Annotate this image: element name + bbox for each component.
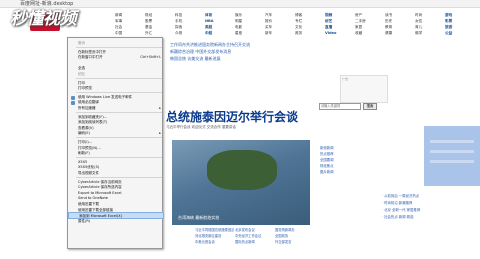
nav-link[interactable]: 外汇 — [145, 30, 163, 36]
news-link[interactable]: 外交部发言 — [275, 240, 314, 246]
right-news-item[interactable]: · 从前到后 一周经济热点 — [382, 193, 477, 200]
news-link[interactable]: 国务院新闻办 — [275, 228, 314, 234]
menu-separator — [76, 46, 162, 48]
nav-column: 体育 NBA 英超 中超 — [205, 12, 223, 36]
watermark: 秒懂视频 — [10, 9, 77, 29]
right-news-list: · 从前到后 一周经济热点 · 时尚前沿 新潮推荐 · 北京 全新一代 家居推荐 · … — [382, 193, 477, 221]
news-link[interactable]: 习近平同德国总统施泰因迈尔会谈 — [195, 228, 234, 234]
menu-separator — [76, 91, 162, 93]
blue-promo-panel[interactable] — [424, 126, 480, 186]
main-headline[interactable]: 总统施泰因迈尔举行会谈 — [166, 108, 298, 125]
nav-column: 房产 二手房 家居 收藏 — [355, 12, 373, 36]
top-headline-link[interactable]: 工作同舟共济推进国务院新闻办主持召开交流 — [170, 41, 470, 48]
nav-column: 科技 手机 探索 众测 — [175, 12, 193, 36]
bottom-news-links: 习近平同德国总统施泰因迈尔会谈北京发布会议国务院新闻办河北雄安新区建设中央经济工… — [195, 228, 315, 258]
menu-separator — [76, 137, 162, 138]
news-link[interactable]: 河北雄安新区建设 — [195, 234, 234, 240]
nav-column: 视频 综艺 直播 Video — [325, 12, 343, 36]
right-news-item[interactable]: · 时尚前沿 新潮推荐 — [382, 200, 477, 207]
nav-column: 博客 专栏 文化 政务 — [295, 12, 313, 36]
nav-column: 财经 股票 基金 外汇 — [145, 12, 163, 36]
search-button[interactable]: 搜索 — [363, 103, 377, 110]
menu-item[interactable]: 属性(R) — [68, 218, 164, 225]
nav-link[interactable]: Video — [325, 30, 343, 36]
news-link[interactable]: 国际热点新闻 — [235, 240, 274, 246]
promo-line — [430, 150, 474, 153]
menu-separator — [76, 111, 162, 113]
top-headline-link[interactable]: 新疆综合治理 中国外交部发布消息 — [170, 48, 470, 55]
photo-island — [207, 150, 277, 190]
nav-link[interactable]: 星座 — [235, 30, 253, 36]
nav-column: 时尚 女性 育儿 佛学 — [415, 12, 433, 36]
context-menu: 撤消 在新标签页中打开 在新窗口中打开 Ctrl+Shift+L 全选 粘贴 打印 打印预览使… — [67, 37, 164, 249]
nav-column: 读书 历史 教育 健康 — [385, 12, 403, 36]
nav-column: 汽车 报价 买车 新车 — [265, 12, 283, 36]
top-headline-link[interactable]: 韩国总统 访美交流 最新进展 — [170, 55, 470, 62]
menu-separator — [76, 176, 162, 178]
screen: { "window": {"title": "百度网址-新浪.desktop"}… — [0, 0, 480, 259]
photo-caption: 台湾海峡 最新航拍实拍 — [178, 215, 220, 220]
nav-column: 游戏 彩票 旅游 公益 — [445, 12, 463, 36]
menu-item-label: 属性(R) — [78, 218, 91, 223]
right-links: 新浪新闻 热点推荐 全国要闻 财经焦点 图片新闻 — [320, 145, 390, 175]
news-photo[interactable]: 台湾海峡 最新航拍实拍 — [172, 140, 310, 225]
right-news-item[interactable]: · 北京 全新一代 家居推荐 — [382, 207, 477, 214]
news-link[interactable]: 中央经济工作会议 — [235, 234, 274, 240]
nav-link[interactable]: 中国 — [115, 30, 133, 36]
nav-link[interactable]: 政务 — [295, 30, 313, 36]
right-news-item[interactable]: · 社会热点 新闻 精选 — [382, 214, 477, 221]
menu-separator — [76, 77, 162, 79]
nav-link[interactable]: 中超 — [205, 30, 223, 36]
right-link[interactable]: 图片新闻 — [320, 169, 390, 175]
news-link[interactable]: 北京发布会议 — [235, 228, 274, 234]
promo-line — [430, 140, 474, 143]
news-link[interactable]: 中美元首会谈 — [195, 240, 234, 246]
nav-link[interactable]: 健康 — [385, 30, 403, 36]
site-navigation: 新闻 军事 社会 中国 财经 股票 基金 外汇 科技 手机 探索 众测 体育 NBA 英超 中超 娱乐 明星 电影星… — [115, 12, 480, 40]
nav-column: 新闻 军事 社会 中国 — [115, 12, 133, 36]
ad-label: 广告 — [342, 77, 349, 81]
search-input[interactable]: 请输入关键词 — [319, 103, 361, 110]
nav-link[interactable]: 佛学 — [415, 30, 433, 36]
news-link[interactable]: 全国政协 — [275, 234, 314, 240]
nav-link[interactable]: 新车 — [265, 30, 283, 36]
promo-line — [430, 160, 474, 163]
menu-separator — [76, 156, 162, 158]
top-headlines: 工作同舟共济推进国务院新闻办主持召开交流 新疆综合治理 中国外交部发布消息 韩国总统… — [170, 41, 470, 71]
nav-link[interactable]: 众测 — [175, 30, 193, 36]
nav-column: 娱乐 明星 电影 星座 — [235, 12, 253, 36]
main-subheadline[interactable]: 习近平举行会谈 欢迎仪式 交流合作 重要讲话 — [166, 125, 236, 130]
nav-link[interactable]: 公益 — [445, 30, 463, 36]
nav-link[interactable]: 收藏 — [355, 30, 373, 36]
